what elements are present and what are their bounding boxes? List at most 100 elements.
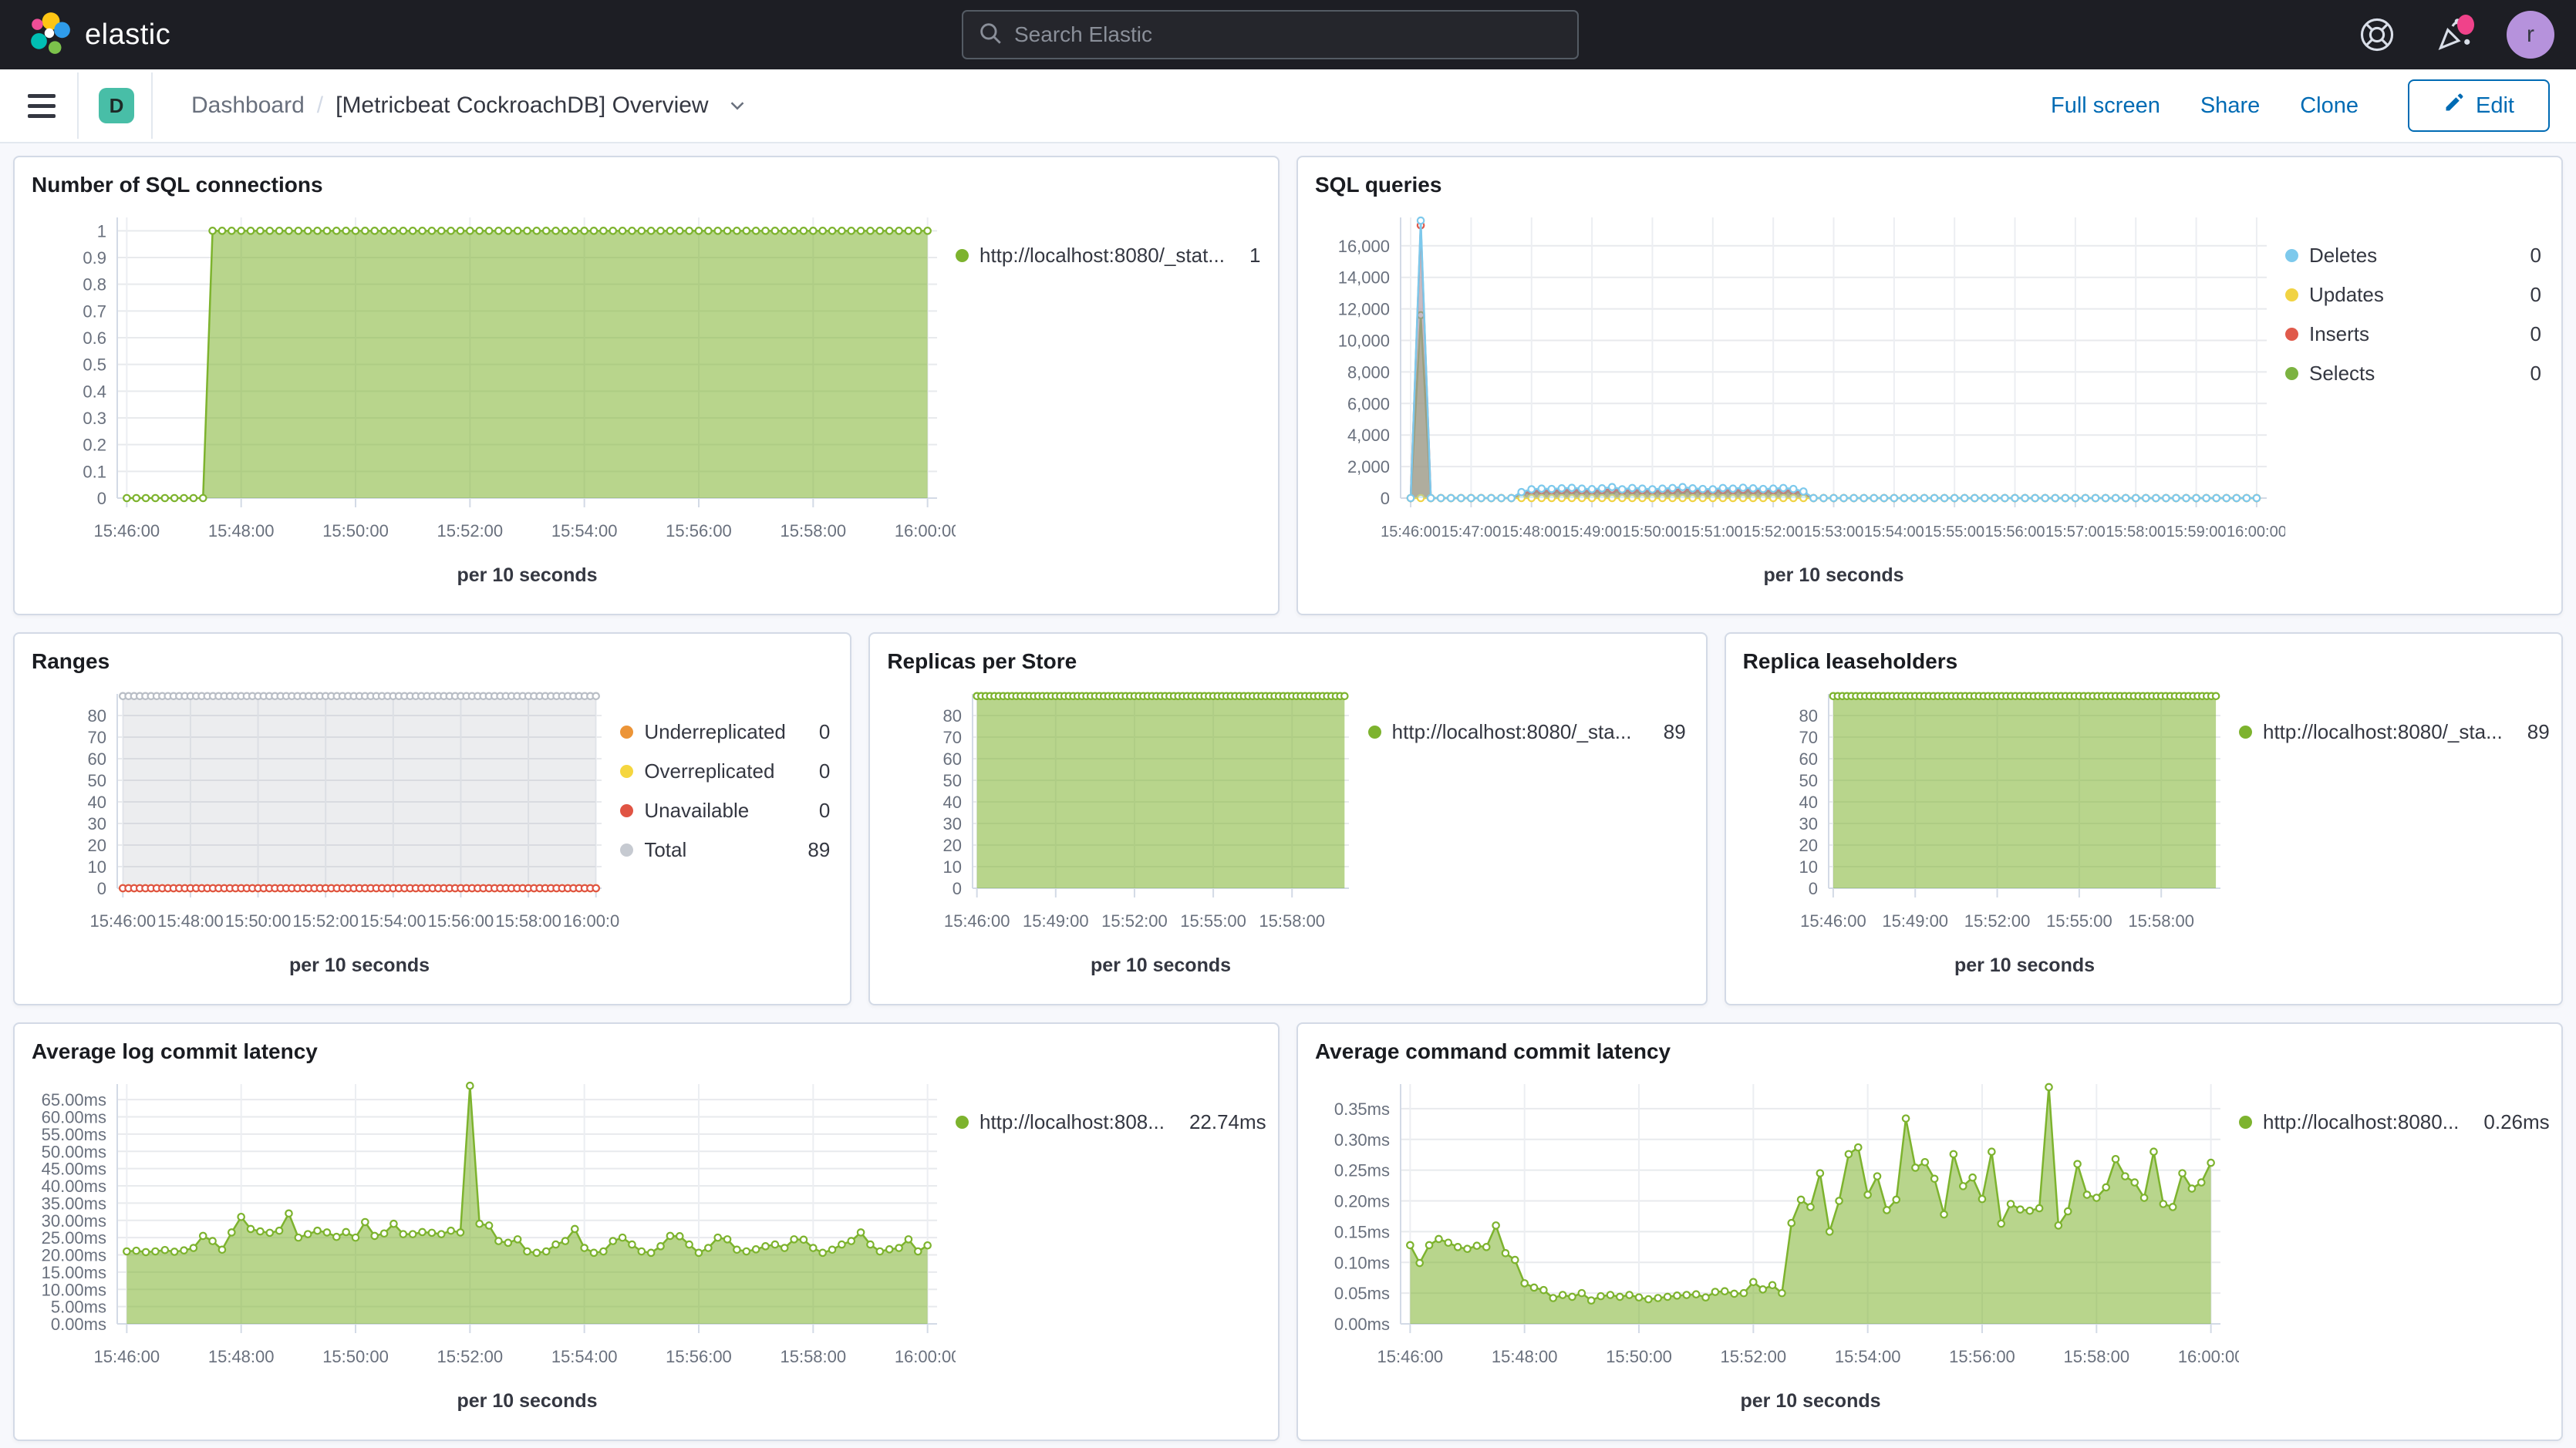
svg-text:15:52:00: 15:52:00 bbox=[1721, 1347, 1787, 1366]
svg-text:0.35ms: 0.35ms bbox=[1334, 1099, 1390, 1119]
svg-text:0.6: 0.6 bbox=[83, 328, 106, 348]
replica-leaseholders-chart[interactable]: 0102030405060708015:46:0015:49:0015:52:0… bbox=[1740, 675, 2239, 996]
command-commit-latency-chart[interactable]: 0.00ms0.05ms0.10ms0.15ms0.20ms0.25ms0.30… bbox=[1312, 1066, 2239, 1432]
breadcrumb: Dashboard / [Metricbeat CockroachDB] Ove… bbox=[191, 93, 749, 119]
edit-button[interactable]: Edit bbox=[2408, 79, 2550, 132]
chevron-down-icon[interactable] bbox=[726, 94, 749, 117]
ranges-chart[interactable]: 0102030405060708015:46:0015:48:0015:50:0… bbox=[29, 675, 620, 996]
legend-value: 0 bbox=[805, 720, 830, 744]
svg-text:16:00:00: 16:00:00 bbox=[895, 1347, 956, 1366]
svg-text:70: 70 bbox=[943, 728, 962, 747]
svg-text:20: 20 bbox=[943, 836, 962, 855]
panel-title: Number of SQL connections bbox=[32, 173, 1264, 197]
svg-text:20: 20 bbox=[88, 836, 106, 855]
svg-text:1: 1 bbox=[97, 221, 106, 241]
svg-text:0.8: 0.8 bbox=[83, 275, 106, 295]
svg-text:10: 10 bbox=[1799, 857, 1817, 877]
svg-text:per 10 seconds: per 10 seconds bbox=[1954, 955, 2095, 976]
replicas-per-store-chart[interactable]: 0102030405060708015:46:0015:49:0015:52:0… bbox=[884, 675, 1367, 996]
svg-text:15:54:00: 15:54:00 bbox=[360, 911, 427, 931]
search-input[interactable] bbox=[1014, 22, 1563, 47]
svg-text:15:47:00: 15:47:00 bbox=[1441, 524, 1501, 540]
legend-item[interactable]: Unavailable0 bbox=[620, 799, 830, 823]
svg-text:40: 40 bbox=[1799, 793, 1817, 812]
svg-text:15:54:00: 15:54:00 bbox=[1835, 1347, 1901, 1366]
svg-text:2,000: 2,000 bbox=[1347, 457, 1390, 476]
elastic-brand[interactable]: elastic bbox=[28, 11, 170, 59]
svg-text:40: 40 bbox=[943, 793, 962, 812]
svg-text:0: 0 bbox=[953, 879, 962, 898]
svg-text:0: 0 bbox=[1808, 879, 1817, 898]
svg-text:20.00ms: 20.00ms bbox=[42, 1246, 106, 1265]
svg-text:15:58:00: 15:58:00 bbox=[780, 521, 846, 540]
svg-text:80: 80 bbox=[943, 706, 962, 726]
share-button[interactable]: Share bbox=[2200, 93, 2260, 119]
svg-text:15:50:00: 15:50:00 bbox=[322, 521, 389, 540]
elastic-logo-icon bbox=[28, 11, 72, 59]
notification-dot bbox=[2457, 15, 2474, 35]
svg-text:15:46:00: 15:46:00 bbox=[94, 521, 160, 540]
svg-text:15:52:00: 15:52:00 bbox=[1743, 524, 1803, 540]
svg-text:60: 60 bbox=[1799, 749, 1817, 769]
svg-text:50.00ms: 50.00ms bbox=[42, 1142, 106, 1161]
svg-text:per 10 seconds: per 10 seconds bbox=[1740, 1390, 1880, 1412]
legend-color-dot bbox=[2285, 249, 2298, 262]
svg-text:15:48:00: 15:48:00 bbox=[1492, 1347, 1558, 1366]
sql-queries-chart[interactable]: 02,0004,0006,0008,00010,00012,00014,0001… bbox=[1312, 199, 2285, 606]
svg-text:15.00ms: 15.00ms bbox=[42, 1263, 106, 1282]
menu-icon[interactable] bbox=[26, 91, 57, 121]
svg-text:16:00:00: 16:00:00 bbox=[2178, 1347, 2239, 1366]
legend-value: 0 bbox=[2517, 283, 2541, 307]
search-icon bbox=[977, 20, 1003, 50]
legend-label: Selects bbox=[2309, 362, 2375, 386]
breadcrumb-dashboard-link[interactable]: Dashboard bbox=[191, 93, 305, 119]
legend-item[interactable]: Total89 bbox=[620, 838, 830, 862]
legend-value: 0 bbox=[805, 799, 830, 823]
clone-button[interactable]: Clone bbox=[2300, 93, 2359, 119]
svg-text:15:52:00: 15:52:00 bbox=[292, 911, 359, 931]
legend-item[interactable]: Deletes0 bbox=[2285, 244, 2541, 268]
log-commit-latency-chart[interactable]: 0.00ms5.00ms10.00ms15.00ms20.00ms25.00ms… bbox=[29, 1066, 956, 1432]
legend-item[interactable]: http://localhost:8080...0.26ms bbox=[2239, 1110, 2541, 1134]
brand-name: elastic bbox=[85, 19, 170, 52]
legend-item[interactable]: http://localhost:808...22.74ms bbox=[956, 1110, 1258, 1134]
legend-item[interactable]: Updates0 bbox=[2285, 283, 2541, 307]
legend-color-dot bbox=[620, 804, 633, 817]
legend-item[interactable]: http://localhost:8080/_sta...89 bbox=[2239, 720, 2541, 744]
legend-value: 0 bbox=[2517, 322, 2541, 346]
svg-text:15:56:00: 15:56:00 bbox=[1949, 1347, 2015, 1366]
global-search[interactable] bbox=[962, 10, 1579, 59]
avatar[interactable]: r bbox=[2507, 11, 2554, 59]
legend-item[interactable]: Selects 0 bbox=[2285, 362, 2541, 386]
svg-text:35.00ms: 35.00ms bbox=[42, 1194, 106, 1213]
svg-text:5.00ms: 5.00ms bbox=[51, 1298, 106, 1317]
legend-item[interactable]: Overreplicated0 bbox=[620, 759, 830, 783]
legend-item[interactable]: http://localhost:8080/_sta...89 bbox=[1368, 720, 1686, 744]
svg-text:per 10 seconds: per 10 seconds bbox=[457, 564, 597, 586]
svg-text:50: 50 bbox=[88, 771, 106, 790]
svg-text:14,000: 14,000 bbox=[1338, 268, 1390, 288]
svg-text:0.25ms: 0.25ms bbox=[1334, 1161, 1390, 1180]
svg-text:15:49:00: 15:49:00 bbox=[1562, 524, 1622, 540]
svg-text:0.1: 0.1 bbox=[83, 462, 106, 481]
legend-value: 0 bbox=[2517, 244, 2541, 268]
legend-item[interactable]: http://localhost:8080/_stat...1 bbox=[956, 244, 1258, 268]
celebration-icon[interactable] bbox=[2431, 13, 2474, 56]
svg-text:80: 80 bbox=[88, 706, 106, 726]
sql-connections-chart[interactable]: 00.10.20.30.40.50.60.70.80.9115:46:0015:… bbox=[29, 199, 956, 606]
panel-title: Ranges bbox=[32, 649, 836, 674]
svg-text:15:55:00: 15:55:00 bbox=[2046, 911, 2112, 931]
legend-item[interactable]: Underreplicated0 bbox=[620, 720, 830, 744]
full-screen-button[interactable]: Full screen bbox=[2051, 93, 2160, 119]
legend-item[interactable]: Inserts0 bbox=[2285, 322, 2541, 346]
legend-color-dot bbox=[620, 844, 633, 857]
breadcrumb-separator: / bbox=[317, 93, 323, 119]
svg-text:15:55:00: 15:55:00 bbox=[1924, 524, 1984, 540]
legend-value: 0 bbox=[2517, 362, 2541, 386]
svg-text:8,000: 8,000 bbox=[1347, 362, 1390, 382]
svg-text:55.00ms: 55.00ms bbox=[42, 1125, 106, 1144]
svg-text:25.00ms: 25.00ms bbox=[42, 1228, 106, 1248]
svg-text:15:50:00: 15:50:00 bbox=[1606, 1347, 1672, 1366]
chart-legend: Underreplicated0 Overreplicated0 Unavailab… bbox=[620, 675, 836, 996]
help-icon[interactable] bbox=[2355, 13, 2399, 56]
